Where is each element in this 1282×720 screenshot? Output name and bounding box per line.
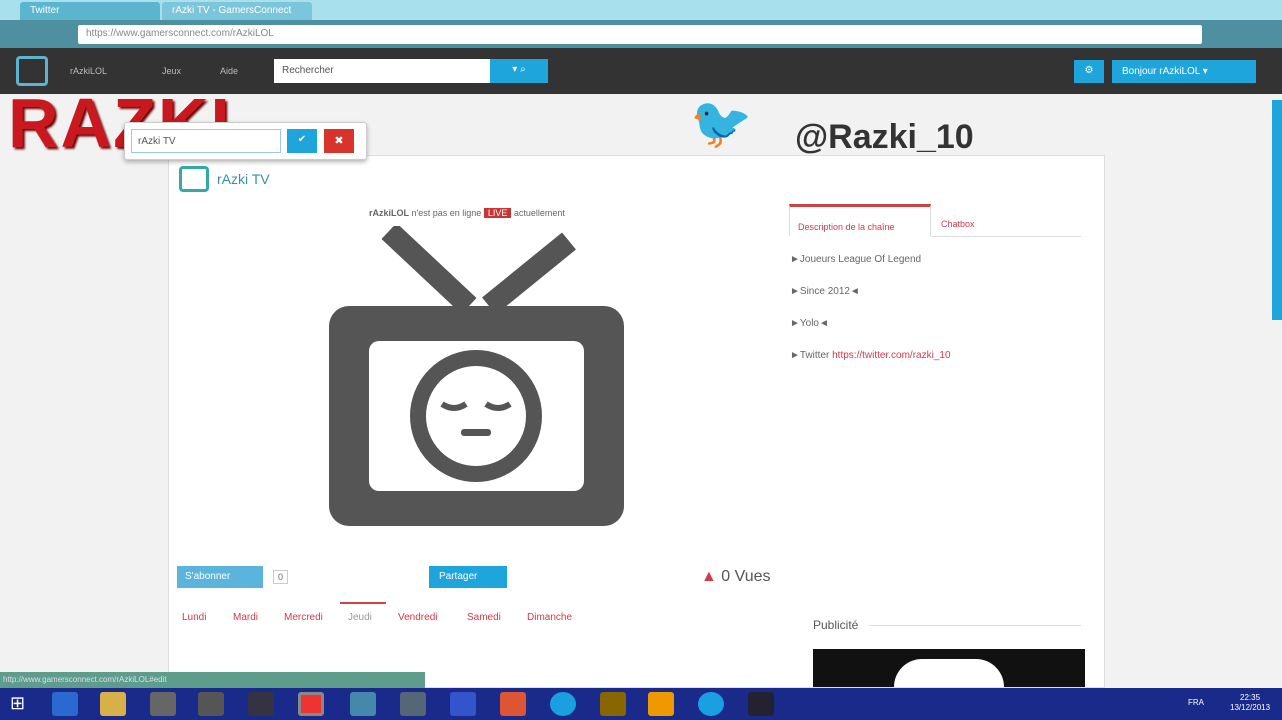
search-input[interactable]: Rechercher bbox=[274, 59, 490, 83]
scrollbar[interactable] bbox=[1272, 100, 1282, 320]
tab-razki-tv[interactable]: rAzki TV - GamersConnect bbox=[162, 2, 312, 20]
day-tab-dimanche[interactable]: Dimanche bbox=[527, 612, 572, 623]
start-icon[interactable]: ⊞ bbox=[10, 693, 25, 713]
settings-button[interactable]: ⚙ bbox=[1074, 60, 1104, 83]
twitter-handle: @Razki_10 bbox=[795, 118, 974, 156]
nav-games[interactable]: Jeux bbox=[162, 66, 181, 76]
ads-divider bbox=[869, 625, 1081, 626]
app-icon[interactable] bbox=[648, 692, 674, 716]
browser-tabstrip: Twitter rAzki TV - GamersConnect bbox=[0, 0, 1282, 20]
channel-card: rAzki TV rAzkiLOL n'est pas en ligne LIV… bbox=[168, 155, 1105, 688]
app-icon[interactable] bbox=[350, 692, 376, 716]
day-tab-mardi[interactable]: Mardi bbox=[233, 612, 258, 623]
user-menu-button[interactable]: Bonjour rAzkiLOL ▾ bbox=[1112, 60, 1256, 83]
skype-icon[interactable] bbox=[698, 692, 724, 716]
user-name: Bonjour rAzkiLOL bbox=[1122, 66, 1200, 77]
taskbar bbox=[0, 688, 1282, 720]
nav-profile[interactable]: rAzkiLOL bbox=[70, 66, 107, 76]
views-count: ▲ 0 Vues bbox=[701, 568, 771, 586]
browser-status-bar: http://www.gamersconnect.com/rAzkiLOL#ed… bbox=[0, 672, 425, 688]
views-text: 0 Vues bbox=[721, 568, 771, 585]
day-tab-jeudi[interactable]: Jeudi bbox=[348, 612, 372, 623]
status-text: n'est pas en ligne bbox=[411, 208, 482, 218]
desc-twitter-label: ►Twitter bbox=[790, 350, 833, 361]
tab-description-label: Description de la chaîne bbox=[798, 222, 895, 232]
app-icon[interactable] bbox=[500, 692, 526, 716]
status-badge: LIVE bbox=[483, 208, 512, 218]
status-suffix: actuellement bbox=[513, 208, 565, 218]
skype-icon[interactable] bbox=[550, 692, 576, 716]
twitter-link[interactable]: https://twitter.com/razki_10 bbox=[832, 350, 950, 361]
ad-image[interactable] bbox=[813, 649, 1085, 687]
day-tab-samedi[interactable]: Samedi bbox=[467, 612, 501, 623]
tab-twitter[interactable]: Twitter bbox=[20, 2, 160, 20]
channel-status: rAzkiLOL n'est pas en ligne LIVE actuell… bbox=[369, 208, 565, 218]
desc-line: ►Twitter https://twitter.com/razki_10 bbox=[790, 350, 951, 361]
tv-offline-icon bbox=[329, 226, 624, 526]
app-icon[interactable] bbox=[450, 692, 476, 716]
tab-description[interactable]: Description de la chaîne bbox=[789, 204, 931, 236]
app-icon[interactable] bbox=[248, 692, 274, 716]
twitter-bird-icon: 🐦 bbox=[690, 95, 753, 151]
chrome-icon[interactable] bbox=[298, 692, 324, 716]
app-icon[interactable] bbox=[150, 692, 176, 716]
subscribe-count: 0 bbox=[273, 570, 289, 584]
active-day-indicator bbox=[340, 602, 386, 604]
day-tab-lundi[interactable]: Lundi bbox=[182, 612, 206, 623]
clock-time: 22:35 bbox=[1240, 693, 1261, 702]
channel-logo-icon bbox=[179, 166, 209, 192]
tab-chatbox[interactable]: Chatbox bbox=[941, 214, 975, 232]
cancel-button[interactable]: ✖ bbox=[324, 129, 354, 153]
tab-chatbox-label: Chatbox bbox=[941, 219, 975, 229]
desc-line: ►Yolo◄ bbox=[790, 318, 829, 329]
ads-title: Publicité bbox=[813, 618, 859, 632]
explorer-icon[interactable] bbox=[100, 692, 126, 716]
url-input[interactable]: https://www.gamersconnect.com/rAzkiLOL bbox=[78, 25, 1202, 44]
day-tab-mercredi[interactable]: Mercredi bbox=[284, 612, 323, 623]
site-logo-icon[interactable] bbox=[16, 56, 48, 86]
desc-line: ►Since 2012◄ bbox=[790, 286, 860, 297]
subscribe-button[interactable]: S'abonner bbox=[177, 566, 263, 588]
nav-help[interactable]: Aide bbox=[220, 66, 238, 76]
language-indicator[interactable]: FRA bbox=[1188, 698, 1204, 708]
app-icon[interactable] bbox=[600, 692, 626, 716]
desc-line: ►Joueurs League Of Legend bbox=[790, 254, 922, 265]
system-clock[interactable]: 22:35 13/12/2013 bbox=[1230, 693, 1270, 713]
rename-popup: ✔ ✖ bbox=[124, 122, 367, 160]
clock-date: 13/12/2013 bbox=[1230, 703, 1271, 712]
ad-image-shape bbox=[894, 659, 1004, 687]
app-icon[interactable] bbox=[198, 692, 224, 716]
views-icon: ▲ bbox=[701, 568, 717, 585]
steam-icon[interactable] bbox=[400, 692, 426, 716]
channel-title[interactable]: rAzki TV bbox=[217, 171, 270, 187]
ie-icon[interactable] bbox=[52, 692, 78, 716]
confirm-button[interactable]: ✔ bbox=[287, 129, 317, 153]
media-player-icon[interactable] bbox=[748, 692, 774, 716]
search-button[interactable]: ▾ ⌕ bbox=[490, 59, 548, 83]
tab-divider bbox=[931, 236, 1081, 237]
day-tab-vendredi[interactable]: Vendredi bbox=[398, 612, 437, 623]
channel-name-input[interactable] bbox=[131, 129, 281, 153]
status-user: rAzkiLOL bbox=[369, 208, 410, 218]
share-button[interactable]: Partager bbox=[429, 566, 507, 588]
